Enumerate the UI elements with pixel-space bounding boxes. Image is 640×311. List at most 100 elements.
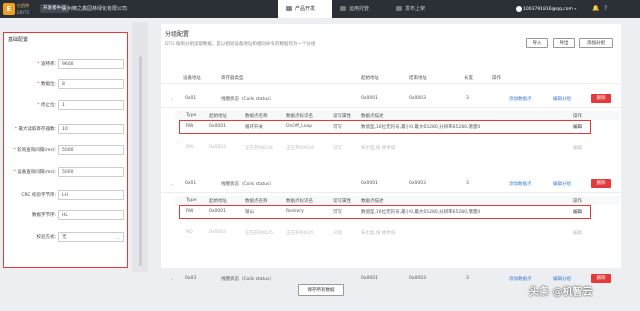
config-field-row: * 波特率: 9600 — [4, 59, 128, 70]
data-point-rw: 可写 — [333, 146, 342, 151]
brand-sub: EBYTE — [17, 10, 30, 15]
edit-data-point-link[interactable]: 编辑 — [573, 145, 582, 151]
row-divider — [161, 192, 621, 193]
bell-icon[interactable]: 🔔 — [592, 5, 599, 12]
config-input[interactable]: LH — [58, 190, 124, 200]
help-icon[interactable]: ? — [604, 5, 607, 12]
config-input[interactable]: 1 — [58, 100, 124, 110]
sub-column-header: Type — [186, 198, 197, 203]
data-point-name: 正在开00034 — [245, 146, 273, 151]
device-address: 0x01 — [185, 96, 197, 101]
config-field-row: * 设备查询间隔(ms): 5000 — [4, 167, 128, 178]
edit-group-link[interactable]: 编辑分组 — [553, 276, 571, 282]
group-column-header: 寄存器类型 — [221, 76, 244, 81]
config-input[interactable]: 5000 — [58, 167, 124, 177]
hosting-icon — [340, 6, 346, 11]
config-field-label: * 轮询查询间隔(ms): — [14, 147, 56, 153]
input-value: 1 — [62, 103, 65, 108]
sub-column-header: 操作 — [573, 199, 582, 204]
edit-data-point-link[interactable]: 编辑 — [573, 230, 582, 236]
config-input[interactable]: HL — [58, 210, 124, 220]
data-point-desc: 布尔型,值 枚举值 — [361, 231, 396, 236]
group-column-header: 起始地址 — [361, 76, 379, 81]
config-input[interactable]: 9600 — [58, 59, 124, 69]
data-point-name: 正在开00035 — [245, 231, 273, 236]
group-column-header: 操作 — [492, 76, 501, 81]
delete-group-button[interactable]: 删除 — [591, 274, 611, 283]
input-value: 10 — [62, 127, 68, 132]
chevron-down-icon[interactable]: ⌄ — [170, 276, 173, 281]
sub-column-header: 起始地址 — [209, 114, 227, 119]
page-title: 分组配置 — [165, 31, 190, 38]
chevron-down-icon: ⌄ — [116, 235, 120, 240]
data-point-row: RO 0x0003 正在开00035 正在开00035 只读 布尔型,值 枚举值 编辑 — [175, 227, 619, 240]
config-field-row: * 最大读取寄存器数: 10 — [4, 124, 128, 135]
logo: E — [3, 3, 15, 15]
tab-label: 发布上架 — [405, 6, 426, 12]
chevron-down-icon[interactable]: ⌄ — [170, 181, 173, 186]
config-field-row: * 数据位: 8 — [4, 79, 128, 90]
data-point-ident: 正在开00035 — [286, 231, 314, 236]
label-text: 波特率: — [40, 62, 56, 67]
brand-name: 亿佰特 — [17, 3, 29, 8]
input-value: 9600 — [62, 62, 74, 67]
sub-column-header: 操作 — [573, 114, 582, 119]
avatar[interactable] — [516, 6, 522, 12]
sub-column-header: 读写属性 — [333, 199, 351, 204]
edit-group-link[interactable]: 编辑分组 — [553, 181, 571, 187]
label-text: CRC 校验字节序: — [21, 193, 56, 198]
config-field-label: * 停止位: — [37, 102, 56, 108]
scrollbar[interactable] — [139, 56, 142, 266]
input-value: 5000 — [62, 170, 74, 175]
tab-publish[interactable]: 发布上架 — [388, 0, 440, 18]
tab-hosting[interactable]: 运用托管 — [332, 0, 388, 18]
parity-select[interactable]: 无 ⌄ — [58, 232, 124, 242]
save-all-button[interactable]: 保存所有数据 — [298, 284, 344, 296]
subtable-header — [175, 196, 619, 205]
sub-column-header: 数据点描述 — [361, 114, 384, 119]
row-divider — [161, 107, 621, 108]
import-button[interactable]: 导入 — [526, 38, 548, 48]
watermark: 头条 @机智云 — [529, 287, 593, 298]
subtable-header — [175, 111, 619, 120]
brand: 亿佰特 EBYTE — [17, 2, 29, 16]
input-value: HL — [62, 213, 68, 218]
delete-group-button[interactable]: 删除 — [591, 94, 611, 103]
config-field-row: CRC 校验字节序: LH — [4, 190, 128, 201]
label-text: 设备查询间隔(ms): — [17, 170, 56, 175]
input-value: 5000 — [62, 148, 74, 153]
config-field-row: 校验方式: 无 ⌄ — [4, 232, 128, 243]
label-text: 数据位: — [40, 82, 56, 87]
group-column-header: 长度 — [464, 76, 473, 81]
group-config-card: 分组配置 DTU 按照分组读取数据，是以相同设备地址和相同命令的数据作为一个分组… — [161, 24, 621, 288]
start-address: 0x0001 — [361, 276, 378, 281]
delete-group-button[interactable]: 删除 — [591, 179, 611, 188]
export-button[interactable]: 导出 — [553, 38, 575, 48]
add-group-button[interactable]: 添加分组 — [579, 38, 613, 48]
device-address: 0x01 — [185, 181, 197, 186]
register-type: 线圈状态（Coils status） — [221, 277, 274, 282]
start-address: 0x0001 — [361, 96, 378, 101]
config-input[interactable]: 8 — [58, 79, 124, 89]
length: 3 — [466, 181, 469, 186]
highlight-box — [179, 120, 591, 134]
highlight-box — [179, 205, 591, 219]
end-address: 0x0003 — [409, 96, 426, 101]
group-column-header: 结束地址 — [409, 76, 427, 81]
tab-product-dev[interactable]: 产品开发 — [278, 0, 332, 18]
config-field-label: * 数据位: — [37, 81, 56, 87]
data-point-type: RO — [186, 230, 193, 235]
panel-title: 基础配置 — [8, 37, 29, 43]
add-data-point-link[interactable]: 添加数据点 — [509, 276, 532, 282]
add-data-point-link[interactable]: 添加数据点 — [509, 181, 532, 187]
add-data-point-link[interactable]: 添加数据点 — [509, 96, 532, 102]
config-field-label: * 波特率: — [37, 61, 56, 67]
register-type: 线圈状态（Coils status） — [221, 182, 274, 187]
user-menu[interactable]: 1003791816@qq.com ▾ — [523, 5, 576, 14]
edit-group-link[interactable]: 编辑分组 — [553, 96, 571, 102]
chevron-down-icon[interactable]: ⌄ — [170, 96, 173, 101]
config-field-row: * 停止位: 1 — [4, 100, 128, 111]
device-address: 0x03 — [185, 276, 197, 281]
config-input[interactable]: 10 — [58, 124, 124, 134]
config-input[interactable]: 5000 — [58, 145, 124, 155]
